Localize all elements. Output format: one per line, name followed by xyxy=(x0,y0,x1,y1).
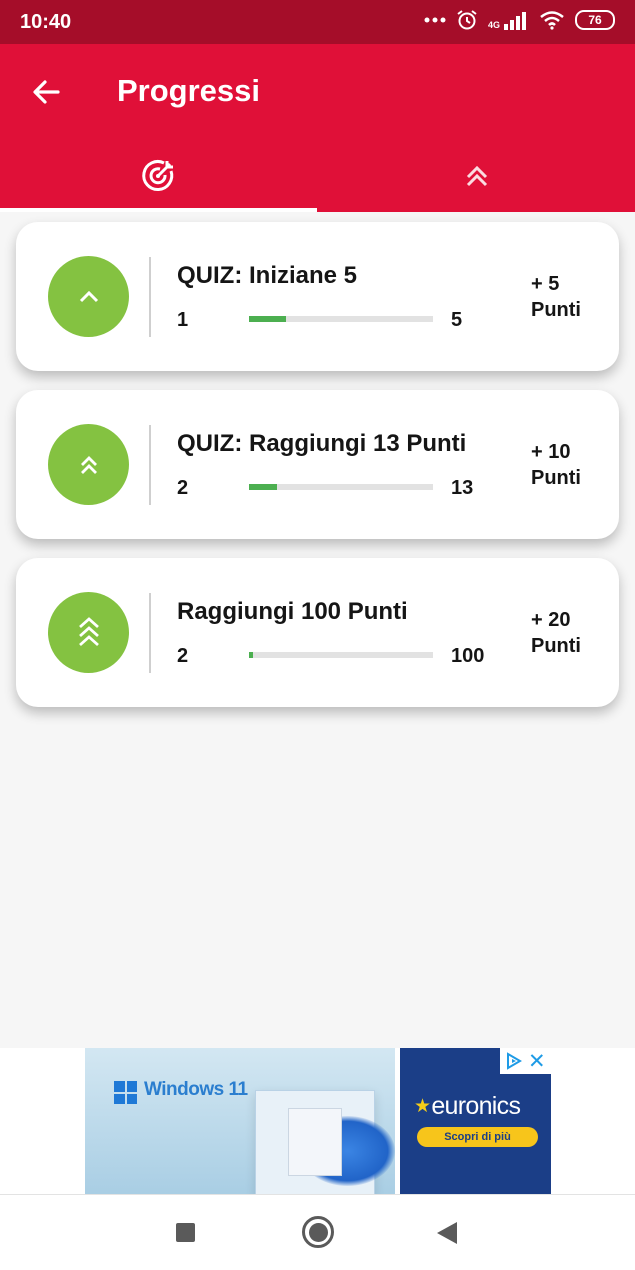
brand-name: euronics xyxy=(431,1092,521,1120)
progress-target: 13 xyxy=(451,477,474,499)
app-bar: Progressi xyxy=(0,44,635,212)
ad-cta-button[interactable]: Scopri di più xyxy=(417,1127,538,1147)
recents-button[interactable] xyxy=(176,1223,195,1242)
progress-bar xyxy=(249,652,433,658)
back-button[interactable] xyxy=(437,1222,457,1244)
tab-goals[interactable] xyxy=(0,140,317,212)
home-button[interactable] xyxy=(302,1216,334,1248)
progress-fill xyxy=(249,316,286,322)
ad-banner[interactable]: Windows 11 ✕ ★ euronics Scopri di più xyxy=(0,1048,635,1194)
progress-target: 5 xyxy=(451,309,463,331)
euronics-logo: ★ euronics xyxy=(414,1092,521,1121)
reward-unit: Punti xyxy=(531,635,581,657)
achievement-badge xyxy=(48,256,129,337)
chevron-up-icon xyxy=(79,290,98,302)
windows-logo-icon xyxy=(114,1081,137,1104)
achievement-badge xyxy=(48,592,129,673)
tab-levels[interactable] xyxy=(318,140,635,212)
status-time: 10:40 xyxy=(20,11,72,33)
alarm-icon xyxy=(457,10,477,30)
double-chevron-up-icon xyxy=(80,455,97,474)
progress-bar xyxy=(249,316,433,322)
ad-windows-text: Windows 11 xyxy=(144,1079,248,1100)
ad-windows-image[interactable]: Windows 11 xyxy=(85,1048,395,1194)
achievement-card: QUIZ: Iniziane 5 1 5 + 5 Punti xyxy=(16,222,619,371)
back-arrow-icon[interactable] xyxy=(30,76,62,108)
progress-current: 2 xyxy=(177,645,189,667)
ad-choices-icon[interactable] xyxy=(505,1052,523,1070)
progress-current: 1 xyxy=(177,309,189,331)
target-icon xyxy=(141,160,173,191)
signal-icon xyxy=(504,12,526,30)
reward-amount: + 10 xyxy=(531,441,571,463)
divider xyxy=(149,257,151,337)
wifi-icon xyxy=(540,11,564,30)
start-menu-image xyxy=(288,1108,342,1176)
reward-points: + 5 Punti xyxy=(531,271,581,323)
reward-unit: Punti xyxy=(531,299,581,321)
navigation-bar xyxy=(0,1194,635,1270)
double-chevron-up-icon xyxy=(466,165,487,187)
status-icons: 4G 76 xyxy=(424,9,615,31)
reward-amount: + 20 xyxy=(531,609,571,631)
progress-target: 100 xyxy=(451,645,485,667)
reward-amount: + 5 xyxy=(531,273,560,295)
achievement-card: QUIZ: Raggiungi 13 Punti 2 13 + 10 Punti xyxy=(16,390,619,539)
reward-unit: Punti xyxy=(531,467,581,489)
ad-close-icon[interactable]: ✕ xyxy=(528,1049,546,1074)
achievement-title: QUIZ: Raggiungi 13 Punti xyxy=(177,430,467,457)
network-type: 4G xyxy=(487,20,500,30)
home-icon xyxy=(308,1222,328,1242)
progress-bar xyxy=(249,484,433,490)
reward-points: + 10 Punti xyxy=(531,439,581,491)
achievement-title: Raggiungi 100 Punti xyxy=(177,598,408,625)
achievement-card: Raggiungi 100 Punti 2 100 + 20 Punti xyxy=(16,558,619,707)
battery-icon: 76 xyxy=(575,10,615,30)
triple-chevron-up-icon xyxy=(78,616,99,646)
page-title: Progressi xyxy=(117,73,261,108)
progress-fill xyxy=(249,484,278,490)
more-dots-icon xyxy=(424,17,446,23)
ad-choices[interactable]: ✕ xyxy=(500,1048,551,1074)
star-icon: ★ xyxy=(414,1096,431,1117)
progress-current: 2 xyxy=(177,477,189,499)
tab-indicator xyxy=(0,208,317,212)
achievement-title: QUIZ: Iniziane 5 xyxy=(177,262,358,289)
divider xyxy=(149,425,151,505)
status-bar: 10:40 4G 76 xyxy=(0,0,635,44)
achievement-badge xyxy=(48,424,129,505)
reward-points: + 20 Punti xyxy=(531,607,581,659)
ad-euronics[interactable]: ✕ ★ euronics Scopri di più xyxy=(400,1048,551,1194)
network-type-label: 4G xyxy=(488,10,529,30)
divider xyxy=(149,593,151,673)
progress-fill xyxy=(249,652,253,658)
